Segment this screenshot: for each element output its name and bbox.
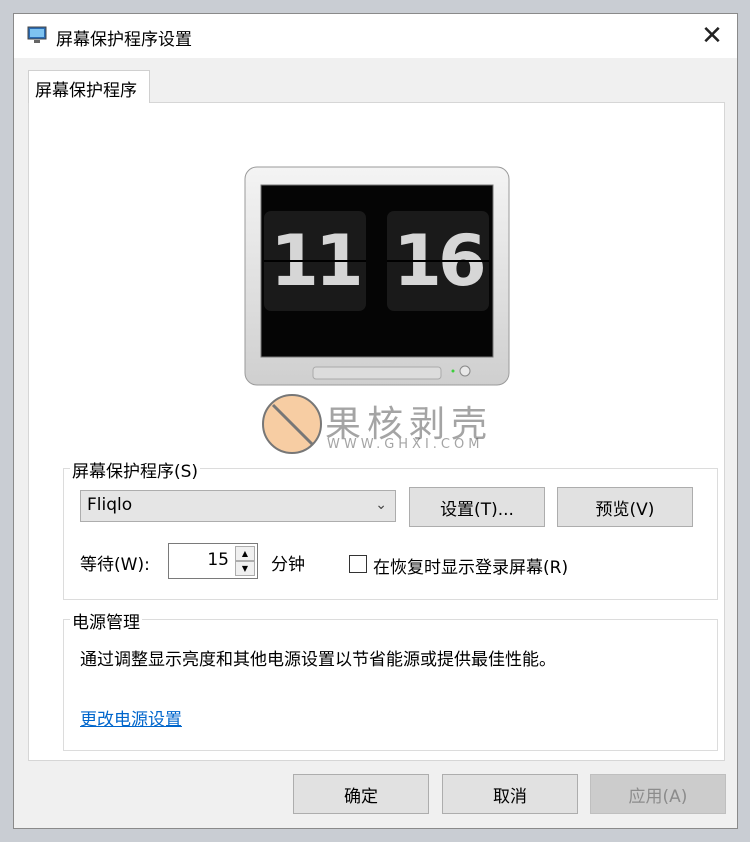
wait-value: 15: [207, 550, 229, 570]
spin-down-icon[interactable]: ▼: [235, 561, 255, 576]
power-group-label: 电源管理: [70, 608, 142, 633]
chevron-down-icon: ⌄: [375, 497, 387, 513]
window-title: 屏幕保护程序设置: [56, 30, 192, 50]
screensaver-group: 屏幕保护程序(S) Fliqlo ⌄ 设置(T)... 预览(V) 等待(W):…: [63, 457, 718, 600]
close-button[interactable]: ✕: [687, 14, 737, 58]
screensaver-settings-window: 屏幕保护程序设置 ✕ 屏幕保护程序 11 16 果核剥壳 WWW.GHXI.CO…: [13, 13, 738, 829]
watermark-url: WWW.GHXI.COM: [327, 437, 484, 452]
watermark-logo-icon: [262, 394, 322, 454]
apply-button[interactable]: 应用(A): [590, 774, 726, 814]
wait-unit: 分钟: [271, 555, 305, 575]
screensaver-selected: Fliqlo: [87, 495, 133, 515]
ok-button[interactable]: 确定: [293, 774, 429, 814]
cancel-button[interactable]: 取消: [442, 774, 578, 814]
display-settings-icon: [27, 26, 47, 43]
spin-up-icon[interactable]: ▲: [235, 546, 255, 561]
screensaver-group-label: 屏幕保护程序(S): [70, 457, 201, 482]
tab-screensaver[interactable]: 屏幕保护程序: [28, 70, 150, 103]
title-bar: 屏幕保护程序设置 ✕: [14, 14, 737, 58]
preview-button[interactable]: 预览(V): [557, 487, 693, 527]
watermark: 果核剥壳 WWW.GHXI.COM: [261, 393, 521, 459]
power-description: 通过调整显示亮度和其他电源设置以节省能源或提供最佳性能。: [80, 650, 556, 670]
monitor-preview: [244, 166, 510, 386]
wait-label: 等待(W):: [80, 555, 150, 575]
resume-login-label[interactable]: 在恢复时显示登录屏幕(R): [373, 553, 568, 578]
close-icon: ✕: [701, 21, 723, 51]
tab-panel: 11 16 果核剥壳 WWW.GHXI.COM 屏幕保护程序(S) Fliqlo…: [28, 102, 725, 761]
wait-stepper[interactable]: 15 ▲ ▼: [168, 543, 258, 579]
resume-login-checkbox[interactable]: [349, 555, 367, 573]
screensaver-select[interactable]: Fliqlo ⌄: [80, 490, 396, 522]
settings-button[interactable]: 设置(T)...: [409, 487, 545, 527]
power-group: 电源管理 通过调整显示亮度和其他电源设置以节省能源或提供最佳性能。 更改电源设置: [63, 608, 718, 751]
change-power-settings-link[interactable]: 更改电源设置: [80, 705, 182, 730]
